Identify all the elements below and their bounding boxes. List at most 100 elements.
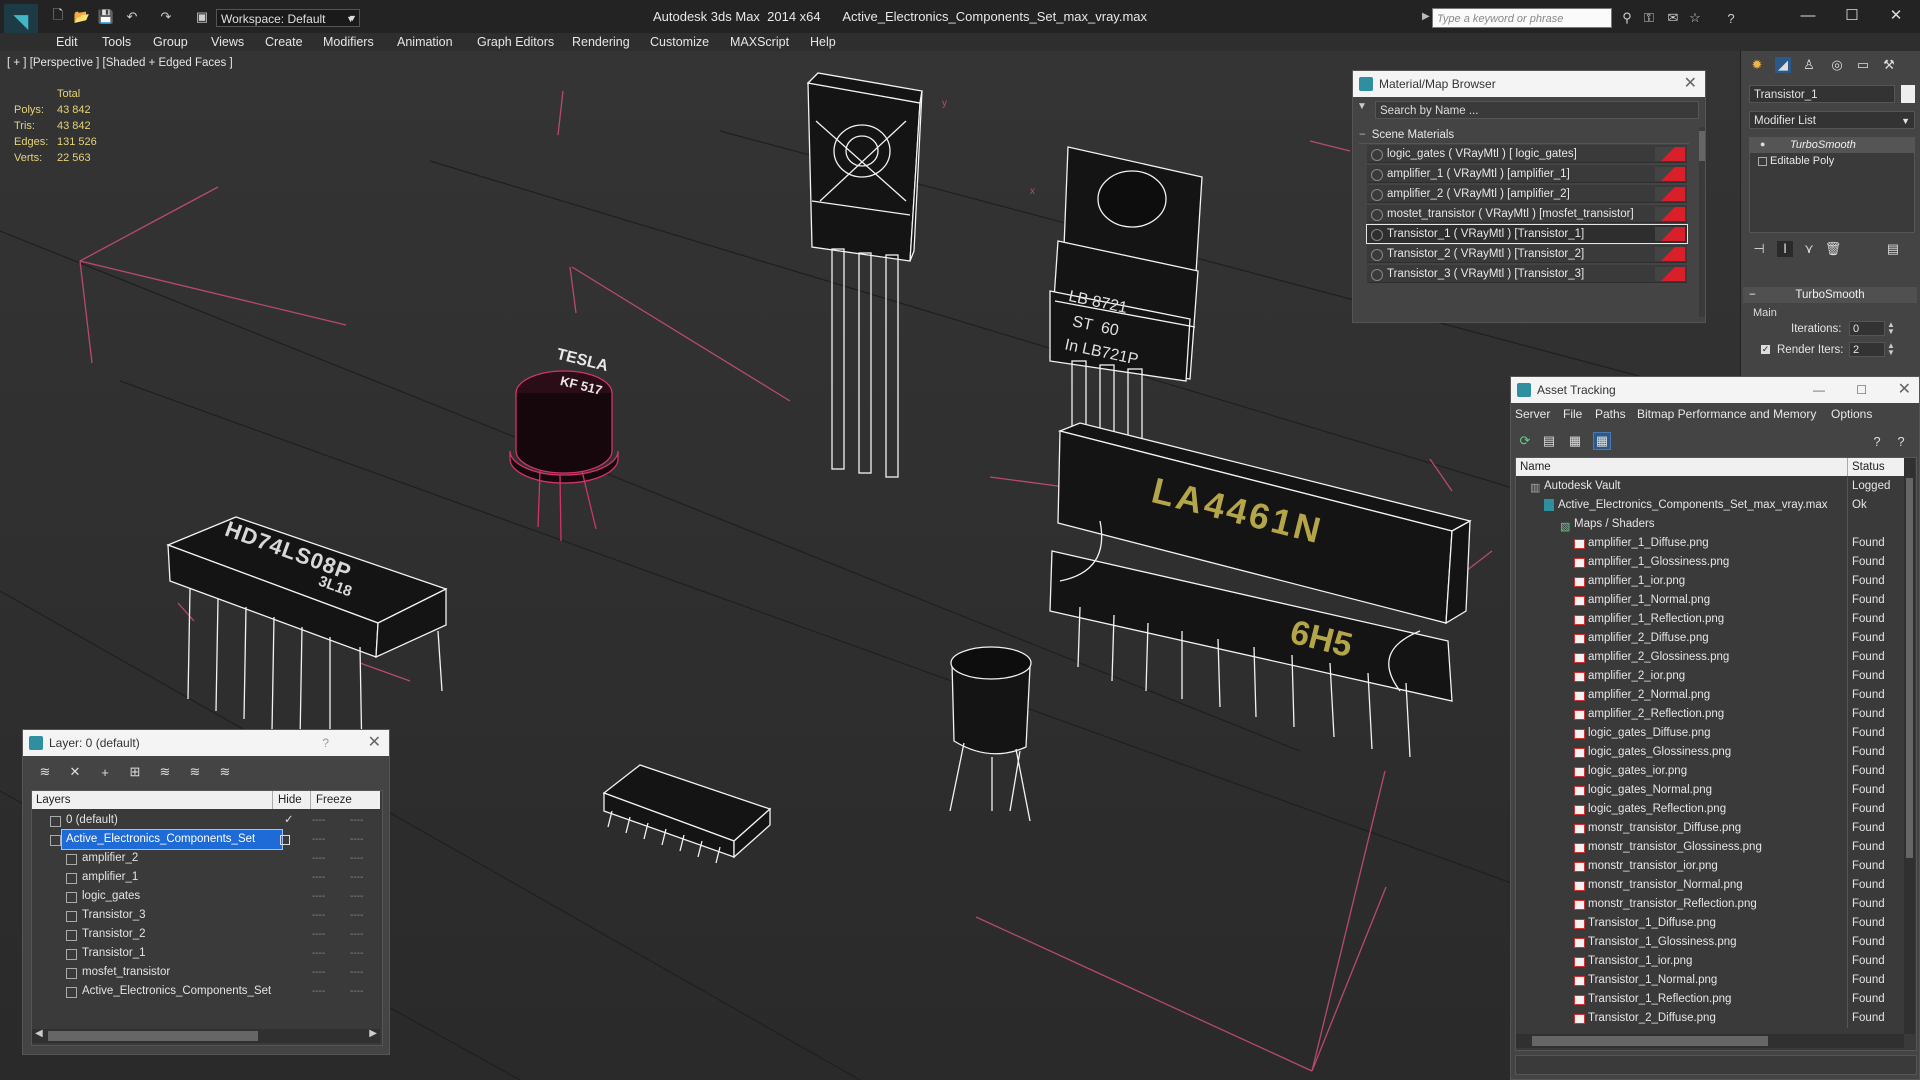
freeze-toggle[interactable]: ---- (350, 849, 363, 868)
asset-row[interactable]: amplifier_2_Diffuse.png Found (1516, 629, 1904, 648)
layer-row[interactable]: Transistor_1 ---- ---- (32, 944, 380, 963)
material-list-scrollbar[interactable] (1699, 127, 1705, 317)
hide-toggle[interactable]: ---- (312, 906, 325, 925)
asset-row[interactable]: Transistor_1_Reflection.png Found (1516, 990, 1904, 1009)
show-end-result-icon[interactable]: Ⅰ (1777, 241, 1793, 257)
layer-row[interactable]: Transistor_2 ---- ---- (32, 925, 380, 944)
hide-toggle[interactable]: ---- (312, 925, 325, 944)
modifier-turbosmooth[interactable]: TurboSmooth (1750, 138, 1914, 153)
object-name-field[interactable]: Transistor_1 (1749, 85, 1895, 103)
menu-maxscript[interactable]: MAXScript (730, 34, 789, 50)
menu-customize[interactable]: Customize (650, 34, 709, 50)
asset-help-icon[interactable]: ? (1869, 433, 1885, 449)
close-icon[interactable]: ✕ (368, 730, 381, 756)
hide-toggle[interactable]: ---- (312, 887, 325, 906)
asset-menu-options[interactable]: Options (1831, 405, 1872, 423)
spinner-arrows-icon[interactable]: ▲ ▼ (1887, 321, 1895, 336)
layer-row[interactable]: Active_Electronics_Components_Set ---- ---… (32, 829, 380, 850)
asset-info-icon[interactable]: ? (1893, 433, 1909, 449)
asset-vertical-scrollbar[interactable] (1904, 458, 1915, 1034)
asset-row[interactable]: amplifier_2_Reflection.png Found (1516, 705, 1904, 724)
asset-row[interactable]: amplifier_2_ior.png Found (1516, 667, 1904, 686)
menu-rendering[interactable]: Rendering (572, 34, 630, 50)
list-view-icon[interactable]: ▤ (1541, 433, 1557, 449)
asset-row[interactable]: amplifier_2_Glossiness.png Found (1516, 648, 1904, 667)
viewport-label[interactable]: [ + ] [Perspective ] [Shaded + Edged Fac… (7, 57, 233, 69)
render-iters-checkbox[interactable]: ✓ (1761, 345, 1770, 354)
make-unique-icon[interactable]: ⋎ (1801, 241, 1817, 257)
asset-menu-file[interactable]: File (1563, 405, 1582, 423)
asset-row[interactable]: Transistor_1_ior.png Found (1516, 952, 1904, 971)
menu-edit[interactable]: Edit (56, 34, 78, 50)
browser-options-icon[interactable]: ▼ (1357, 101, 1371, 117)
hide-toggle[interactable]: ---- (312, 868, 325, 887)
freeze-toggle[interactable]: ---- (350, 906, 363, 925)
asset-row[interactable]: Transistor_2_Diffuse.png Found (1516, 1009, 1904, 1028)
asset-row[interactable]: amplifier_1_ior.png Found (1516, 572, 1904, 591)
layer-row[interactable]: mosfet_transistor ---- ---- (32, 963, 380, 982)
asset-menu-server[interactable]: Server (1515, 405, 1550, 423)
freeze-toggle[interactable]: ---- (350, 963, 363, 982)
column-freeze[interactable]: Freeze (316, 791, 352, 809)
display-tab-icon[interactable]: ▭ (1855, 57, 1871, 73)
asset-row[interactable]: monstr_transistor_Glossiness.png Found (1516, 838, 1904, 857)
maximize-button[interactable]: ☐ (1856, 377, 1867, 403)
freeze-toggle[interactable]: ---- (350, 811, 363, 830)
transistor-to126-model[interactable] (806, 72, 923, 478)
turbosmooth-rollout-header[interactable]: − TurboSmooth (1743, 287, 1917, 303)
material-search-input[interactable]: Search by Name ... (1375, 101, 1699, 119)
hide-toggle[interactable]: ---- (312, 849, 325, 868)
asset-menu-bitmap[interactable]: Bitmap Performance and Memory (1637, 405, 1816, 423)
create-layer-icon[interactable]: ≋ (37, 764, 53, 780)
menu-modifiers[interactable]: Modifiers (323, 34, 374, 50)
asset-row[interactable]: monstr_transistor_ior.png Found (1516, 857, 1904, 876)
current-layer-check-icon[interactable]: ✓ (284, 811, 294, 830)
asset-row[interactable]: logic_gates_Diffuse.png Found (1516, 724, 1904, 743)
column-status[interactable]: Status (1852, 458, 1885, 476)
hide-toggle[interactable]: ---- (312, 982, 325, 1001)
workspace-expand-icon[interactable]: ▼ (348, 9, 360, 27)
utilities-tab-icon[interactable]: ⚒ (1881, 57, 1897, 73)
close-icon[interactable]: ✕ (1898, 377, 1911, 403)
asset-row[interactable]: monstr_transistor_Reflection.png Found (1516, 895, 1904, 914)
layer-row[interactable]: amplifier_1 ---- ---- (32, 868, 380, 887)
menu-create[interactable]: Create (265, 34, 303, 50)
freeze-toggle[interactable]: ---- (350, 830, 363, 849)
object-color-swatch[interactable] (1901, 85, 1915, 103)
layer-row[interactable]: logic_gates ---- ---- (32, 887, 380, 906)
project-folder-icon[interactable]: ▣ (194, 9, 210, 25)
asset-row[interactable]: amplifier_1_Normal.png Found (1516, 591, 1904, 610)
material-item[interactable]: amplifier_2 ( VRayMtl ) [amplifier_2] (1367, 185, 1687, 203)
thumbnail-view-icon[interactable]: ▦ (1567, 433, 1583, 449)
maximize-button[interactable]: ☐ (1832, 4, 1872, 26)
close-icon[interactable]: ✕ (1684, 71, 1697, 97)
column-layers[interactable]: Layers (36, 791, 71, 809)
delete-layer-icon[interactable]: ✕ (67, 764, 83, 780)
layer-row[interactable]: amplifier_2 ---- ---- (32, 849, 380, 868)
freeze-toggle[interactable]: ---- (350, 944, 363, 963)
create-tab-icon[interactable]: ✹ (1749, 57, 1765, 73)
asset-row[interactable]: amplifier_1_Diffuse.png Found (1516, 534, 1904, 553)
asset-menu-paths[interactable]: Paths (1595, 405, 1626, 423)
material-item[interactable]: Transistor_1 ( VRayMtl ) [Transistor_1] (1366, 224, 1688, 244)
hide-all-icon[interactable]: ≋ (187, 764, 203, 780)
material-item[interactable]: mostet_transistor ( VRayMtl ) [mosfet_tr… (1367, 205, 1687, 223)
column-name[interactable]: Name (1520, 458, 1551, 476)
remove-modifier-icon[interactable]: 🗑 (1825, 241, 1842, 257)
column-hide[interactable]: Hide (278, 791, 302, 809)
modifier-list-dropdown[interactable]: Modifier List ▼ (1749, 111, 1915, 129)
table-view-icon[interactable]: ▦ (1593, 432, 1611, 450)
modifier-editable-poly[interactable]: Editable Poly (1750, 154, 1914, 169)
open-file-icon[interactable]: 📂 (74, 9, 90, 25)
configure-sets-icon[interactable]: ▤ (1885, 241, 1901, 257)
hide-toggle[interactable]: ---- (312, 811, 325, 830)
asset-row[interactable]: ▧ Maps / Shaders (1516, 515, 1904, 534)
minimize-button[interactable]: — (1813, 377, 1825, 403)
refresh-icon[interactable]: ⟳ (1517, 433, 1533, 449)
binoculars-icon[interactable]: ⚲ (1618, 9, 1636, 27)
asset-row[interactable]: Transistor_1_Normal.png Found (1516, 971, 1904, 990)
modify-tab-icon[interactable]: ◢ (1775, 57, 1791, 73)
asset-row[interactable]: Active_Electronics_Components_Set_max_vr… (1516, 496, 1904, 515)
asset-row[interactable]: logic_gates_Reflection.png Found (1516, 800, 1904, 819)
amplifier-sip-model[interactable] (1049, 422, 1472, 758)
